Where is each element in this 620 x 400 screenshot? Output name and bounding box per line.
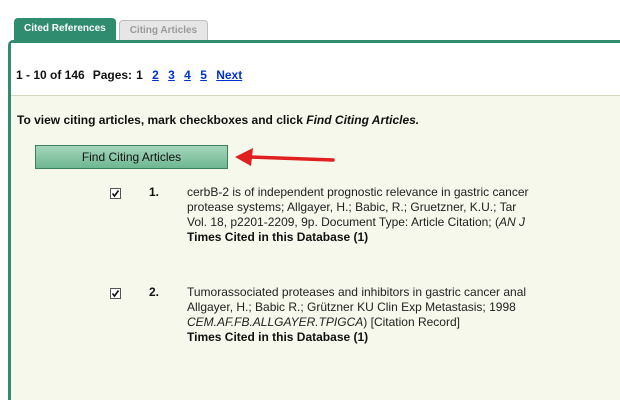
page-link-5[interactable]: 5 — [200, 68, 207, 82]
record-checkbox[interactable] — [110, 288, 121, 299]
record-authors-line: Allgayer, H.; Babic R.; Grützner KU Clin… — [187, 300, 516, 314]
results-panel: 1 - 10 of 146 Pages: 1 2 3 4 5 Next To vie… — [8, 40, 620, 400]
red-arrow-icon — [235, 148, 335, 166]
current-page: 1 — [136, 68, 143, 82]
record-source-text: Vol. 18, p2201-2209, 9p. Document Type: … — [187, 215, 499, 229]
times-cited[interactable]: Times Cited in this Database (1) — [187, 230, 529, 245]
page-link-3[interactable]: 3 — [168, 68, 175, 82]
record-number: 2. — [149, 285, 160, 299]
next-page-link[interactable]: Next — [216, 68, 242, 82]
page-link-2[interactable]: 2 — [152, 68, 159, 82]
record-source-text: ) [Citation Record] — [363, 315, 460, 329]
record-title-line: cerbB-2 is of independent prognostic rel… — [187, 185, 529, 199]
record-authors-line: protease systems; Allgayer, H.; Babic, R… — [187, 200, 517, 214]
page-link-4[interactable]: 4 — [184, 68, 191, 82]
pages-label: Pages: — [92, 68, 133, 82]
tab-cited-references[interactable]: Cited References — [14, 18, 116, 40]
record-body: cerbB-2 is of independent prognostic rel… — [187, 185, 529, 245]
checkmark-icon — [111, 190, 120, 198]
record-accession: CEM.AF.FB.ALLGAYER.TPIGCA — [187, 315, 364, 329]
record-accession: AN J — [498, 215, 525, 229]
record-body: Tumorassociated proteases and inhibitors… — [187, 285, 526, 345]
instruction-main: To view citing articles, mark checkboxes… — [17, 113, 303, 127]
record-title-line: Tumorassociated proteases and inhibitors… — [187, 285, 527, 299]
pagination: 1 - 10 of 146 Pages: 1 2 3 4 5 Next — [16, 68, 242, 82]
record-checkbox[interactable] — [110, 188, 121, 199]
record-source-line: Vol. 18, p2201-2209, 9p. Document Type: … — [187, 215, 529, 230]
record-source-line: CEM.AF.FB.ALLGAYER.TPIGCA) [Citation Rec… — [187, 315, 526, 330]
instruction-emphasis: Find Citing Articles. — [306, 113, 420, 127]
checkmark-icon — [111, 290, 120, 298]
instruction-text: To view citing articles, mark checkboxes… — [17, 113, 419, 127]
find-citing-articles-button[interactable]: Find Citing Articles — [35, 145, 228, 169]
times-cited[interactable]: Times Cited in this Database (1) — [187, 330, 526, 345]
tab-bar: Cited References Citing Articles — [14, 18, 211, 40]
pagination-bar: 1 - 10 of 146 Pages: 1 2 3 4 5 Next — [11, 43, 620, 96]
tab-citing-articles[interactable]: Citing Articles — [118, 20, 209, 40]
result-range: 1 - 10 of 146 — [16, 68, 85, 82]
record-number: 1. — [149, 185, 160, 199]
